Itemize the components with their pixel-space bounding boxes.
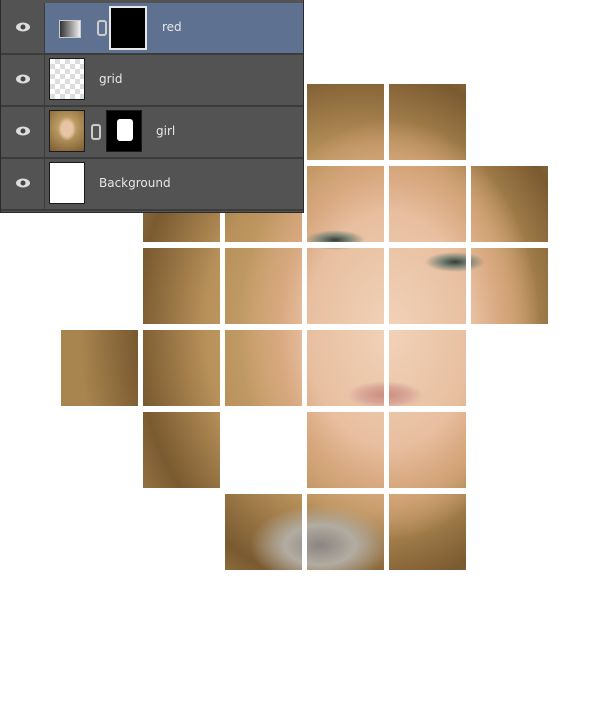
eye-icon <box>16 126 30 136</box>
layer-thumbnail[interactable] <box>49 110 85 152</box>
visibility-toggle[interactable] <box>1 107 45 157</box>
photo-tile <box>143 248 220 324</box>
photo-tile <box>307 84 384 160</box>
photo-tile <box>389 84 466 160</box>
photo-tile <box>143 412 220 488</box>
photo-tile <box>307 330 384 406</box>
photo-tile <box>61 330 138 406</box>
gradient-map-adjustment-icon <box>59 20 81 38</box>
photo-tile <box>389 412 466 488</box>
photo-tile <box>307 248 384 324</box>
eye-icon <box>16 22 30 32</box>
photo-tile <box>389 494 466 570</box>
layer-name[interactable]: girl <box>156 124 175 138</box>
layer-name[interactable]: red <box>162 20 182 34</box>
photo-tile <box>389 330 466 406</box>
layer-mask-thumbnail[interactable] <box>109 6 147 50</box>
layer-thumbnail[interactable] <box>49 58 85 100</box>
photo-tile <box>307 412 384 488</box>
layer-name[interactable]: grid <box>99 72 123 86</box>
photo-tile <box>225 330 302 406</box>
photo-tile <box>389 166 466 242</box>
eye-icon <box>16 178 30 188</box>
layer-row-red[interactable]: red <box>1 3 303 55</box>
photo-tile <box>389 248 466 324</box>
photo-tile <box>471 248 548 324</box>
link-icon[interactable] <box>97 20 107 36</box>
eye-icon <box>16 74 30 84</box>
photo-tile <box>307 166 384 242</box>
layer-mask-thumbnail[interactable] <box>106 110 142 152</box>
layer-thumbnail[interactable] <box>49 162 85 204</box>
photo-tile <box>471 166 548 242</box>
photo-tile <box>143 330 220 406</box>
layer-name[interactable]: Background <box>99 176 171 190</box>
photo-tile <box>225 494 302 570</box>
layer-row-background[interactable]: Background <box>1 159 303 211</box>
visibility-toggle[interactable] <box>1 55 45 105</box>
link-icon[interactable] <box>91 124 101 140</box>
photo-tile <box>225 248 302 324</box>
visibility-toggle[interactable] <box>1 159 45 209</box>
visibility-toggle[interactable] <box>1 3 45 53</box>
layer-row-grid[interactable]: grid <box>1 55 303 107</box>
photo-tile <box>307 494 384 570</box>
layer-row-girl[interactable]: girl <box>1 107 303 159</box>
layers-panel: red grid girl Background <box>0 0 304 213</box>
